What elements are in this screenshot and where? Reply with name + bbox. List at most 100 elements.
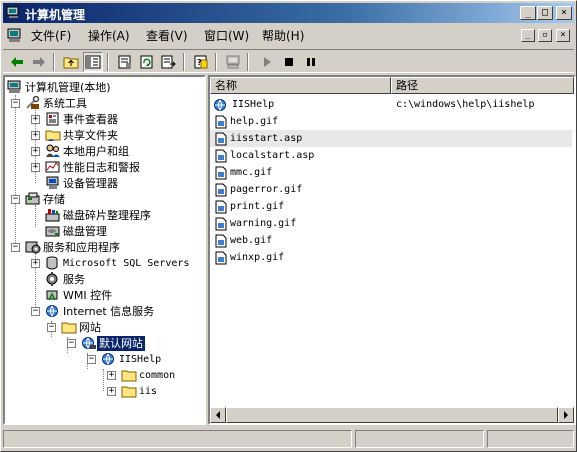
list-item[interactable]: mmc.gif: [210, 164, 572, 181]
tree-label: common: [139, 369, 176, 381]
list-item-name: winxp.gif: [230, 252, 285, 263]
expand-toggle[interactable]: +: [31, 147, 40, 156]
expand-toggle[interactable]: +: [31, 115, 40, 124]
expand-toggle[interactable]: +: [31, 259, 40, 268]
minimize-button[interactable]: _: [520, 6, 536, 20]
collapse-toggle[interactable]: −: [47, 323, 56, 332]
svg-text:?: ?: [197, 58, 202, 67]
pause-button[interactable]: [301, 52, 321, 72]
tree-node-root[interactable]: 计算机管理(本地): [7, 79, 113, 95]
list-item[interactable]: print.gif: [210, 198, 572, 215]
expand-toggle[interactable]: +: [107, 387, 116, 396]
list-item-name: warning.gif: [230, 218, 297, 229]
start-button[interactable]: [257, 52, 277, 72]
list-item-name: help.gif: [230, 116, 279, 127]
forward-button[interactable]: [29, 52, 49, 72]
mmc-window: 计算机管理 _ □ × 文件(F) 操作(A) 查看(V) 窗口(W) 帮助(H…: [0, 0, 577, 452]
tree-label: 服务: [63, 272, 85, 286]
shared-folder-icon: [45, 130, 61, 141]
collapse-toggle[interactable]: −: [11, 243, 20, 252]
expand-toggle[interactable]: +: [31, 163, 40, 172]
console-tree[interactable]: 计算机管理(本地) − 系统工具 + 事件查看器 + 共享文件夹 + 本地用户和…: [3, 75, 206, 425]
stop-button[interactable]: [279, 52, 299, 72]
status-panel: [487, 430, 574, 448]
title-bar[interactable]: 计算机管理 _ □ ×: [3, 3, 574, 23]
tree-label: 存储: [43, 192, 65, 206]
tree-label: iis: [139, 385, 158, 397]
tree-node-defrag[interactable]: 磁盘碎片整理程序: [45, 207, 153, 223]
mdi-close-button[interactable]: ×: [556, 29, 570, 42]
menu-view[interactable]: 查看(V): [146, 28, 188, 44]
list-item[interactable]: iisstart.asp: [210, 130, 572, 147]
computer-management-icon: [7, 80, 21, 93]
back-button[interactable]: [7, 52, 27, 72]
window-title: 计算机管理: [25, 8, 86, 22]
forward-arrow-icon: [33, 57, 45, 67]
tree-node-common[interactable]: common: [121, 367, 177, 383]
tree-node-services[interactable]: 服务: [45, 271, 87, 287]
tree-node-iishelp[interactable]: IISHelp: [101, 351, 163, 367]
tree-node-shared-folders[interactable]: 共享文件夹: [45, 127, 120, 143]
list-item[interactable]: help.gif: [210, 113, 572, 130]
tree-label: 本地用户和组: [63, 144, 129, 158]
virtual-directory-icon: [102, 353, 114, 365]
file-icon: [215, 217, 227, 230]
tree-node-default-site[interactable]: 默认网站: [81, 334, 146, 352]
tree-node-services-apps[interactable]: 服务和应用程序: [25, 239, 122, 255]
mdi-restore-button[interactable]: ▫: [538, 29, 552, 42]
collapse-toggle[interactable]: −: [87, 355, 96, 364]
collapse-toggle[interactable]: −: [31, 307, 40, 316]
tree-node-event-viewer[interactable]: 事件查看器: [45, 111, 120, 127]
menu-window[interactable]: 窗口(W): [204, 28, 249, 44]
tree-node-sql-servers[interactable]: Microsoft SQL Servers: [45, 255, 191, 271]
tree-node-iis[interactable]: Internet 信息服务: [45, 303, 156, 319]
list-item[interactable]: winxp.gif: [210, 249, 572, 266]
file-icon: [215, 234, 227, 247]
help-button[interactable]: ?: [191, 52, 211, 72]
export-list-button[interactable]: [159, 52, 179, 72]
collapse-toggle[interactable]: −: [67, 339, 76, 348]
list-item[interactable]: web.gif: [210, 232, 572, 249]
status-bar: [3, 429, 574, 449]
horizontal-scrollbar[interactable]: [210, 407, 574, 423]
maximize-button[interactable]: □: [537, 6, 553, 20]
tree-label: 设备管理器: [63, 176, 118, 190]
folder-icon: [121, 370, 137, 382]
list-item[interactable]: IISHelp c:\windows\help\iishelp: [210, 96, 572, 113]
refresh-button[interactable]: [137, 52, 157, 72]
tree-node-perf-logs[interactable]: 性能日志和警报: [45, 159, 142, 175]
list-item[interactable]: localstart.asp: [210, 147, 572, 164]
tree-node-system-tools[interactable]: 系统工具: [25, 95, 89, 111]
tree-node-iis-folder[interactable]: iis: [121, 383, 159, 399]
scroll-thumb[interactable]: [226, 407, 558, 423]
file-icon: [215, 166, 227, 179]
mdi-minimize-button[interactable]: _: [521, 29, 535, 42]
collapse-toggle[interactable]: −: [11, 195, 20, 204]
tree-label: WMI 控件: [63, 288, 113, 302]
tree-node-disk-management[interactable]: 磁盘管理: [45, 223, 109, 239]
menu-file[interactable]: 文件(F): [31, 28, 71, 44]
connect-computer-button[interactable]: [223, 52, 243, 72]
scroll-right-button[interactable]: [558, 407, 574, 423]
column-header-name[interactable]: 名称: [210, 77, 391, 94]
tree-node-wmi[interactable]: WMI 控件: [45, 287, 114, 303]
menu-action[interactable]: 操作(A): [88, 28, 130, 44]
list-item[interactable]: pagerror.gif: [210, 181, 572, 198]
properties-button[interactable]: [115, 52, 135, 72]
tree-node-device-manager[interactable]: 设备管理器: [45, 175, 120, 191]
column-header-path[interactable]: 路径: [391, 77, 574, 94]
result-list[interactable]: 名称 路径 IISHelp c:\windows\help\iishelp he…: [208, 75, 576, 425]
menu-help[interactable]: 帮助(H): [262, 28, 304, 44]
close-button[interactable]: ×: [556, 6, 572, 20]
expand-toggle[interactable]: +: [107, 371, 116, 380]
show-hide-tree-button[interactable]: [83, 52, 103, 72]
expand-toggle[interactable]: +: [31, 131, 40, 140]
scroll-left-button[interactable]: [210, 407, 226, 423]
tree-node-storage[interactable]: 存储: [25, 191, 67, 207]
tree-node-websites[interactable]: 网站: [61, 319, 103, 335]
collapse-toggle[interactable]: −: [11, 99, 20, 108]
tree-label: Microsoft SQL Servers: [63, 257, 190, 269]
list-item[interactable]: warning.gif: [210, 215, 572, 232]
tree-node-local-users[interactable]: 本地用户和组: [45, 143, 131, 159]
up-one-level-button[interactable]: [61, 52, 81, 72]
